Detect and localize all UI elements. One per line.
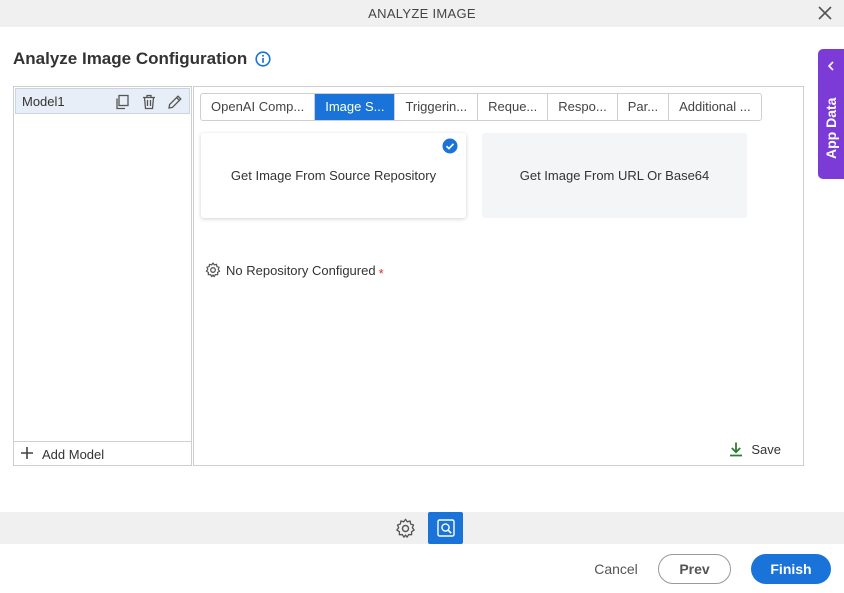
- add-model-button[interactable]: Add Model: [14, 441, 191, 465]
- window-title: ANALYZE IMAGE: [368, 6, 476, 21]
- page-title: Analyze Image Configuration: [13, 49, 248, 68]
- chevron-left-icon: [827, 61, 834, 71]
- configuration-panel: OpenAI Comp... Image S... Triggerin... R…: [193, 86, 804, 466]
- download-icon: [730, 442, 743, 457]
- model-list-panel: Model1 Add Model: [13, 86, 192, 466]
- required-marker: *: [378, 265, 384, 281]
- model-name: Model1: [22, 94, 65, 109]
- save-button[interactable]: Save: [728, 441, 781, 457]
- finish-button[interactable]: Finish: [751, 554, 831, 584]
- tab-triggering[interactable]: Triggerin...: [395, 94, 479, 120]
- plus-icon: [21, 447, 33, 459]
- tab-parameters[interactable]: Par...: [618, 94, 670, 120]
- add-model-label: Add Model: [42, 447, 105, 462]
- tab-image-source[interactable]: Image S...: [315, 94, 396, 120]
- tab-openai-component[interactable]: OpenAI Comp...: [201, 94, 316, 120]
- gear-icon: [205, 262, 221, 278]
- delete-icon[interactable]: [141, 94, 157, 110]
- close-icon[interactable]: [818, 6, 832, 20]
- analyze-image-button[interactable]: [428, 512, 463, 544]
- app-data-tab[interactable]: App Data: [818, 49, 844, 179]
- tab-additional[interactable]: Additional ...: [669, 94, 761, 120]
- settings-gear-icon[interactable]: [395, 518, 416, 539]
- app-data-label: App Data: [823, 97, 839, 159]
- source-repository-option[interactable]: Get Image From Source Repository: [201, 133, 466, 218]
- save-label: Save: [751, 441, 781, 457]
- url-base64-label: Get Image From URL Or Base64: [519, 168, 710, 183]
- prev-button[interactable]: Prev: [658, 554, 731, 584]
- source-repository-label: Get Image From Source Repository: [230, 168, 437, 183]
- title-bar: ANALYZE IMAGE: [0, 0, 844, 27]
- tab-response[interactable]: Respo...: [548, 94, 618, 120]
- duplicate-icon[interactable]: [114, 94, 130, 110]
- image-search-icon: [437, 519, 455, 537]
- checkmark-icon: [442, 138, 458, 154]
- bottom-toolbar: [0, 512, 844, 544]
- repository-label: No Repository Configured: [226, 262, 376, 278]
- model-item[interactable]: Model1: [15, 88, 190, 114]
- tab-bar: OpenAI Comp... Image S... Triggerin... R…: [200, 93, 762, 121]
- edit-icon[interactable]: [167, 94, 183, 110]
- repository-config[interactable]: No Repository Configured *: [205, 261, 384, 281]
- info-icon[interactable]: [255, 51, 271, 67]
- cancel-button[interactable]: Cancel: [586, 554, 646, 584]
- url-base64-option[interactable]: Get Image From URL Or Base64: [482, 133, 747, 218]
- tab-request[interactable]: Reque...: [478, 94, 549, 120]
